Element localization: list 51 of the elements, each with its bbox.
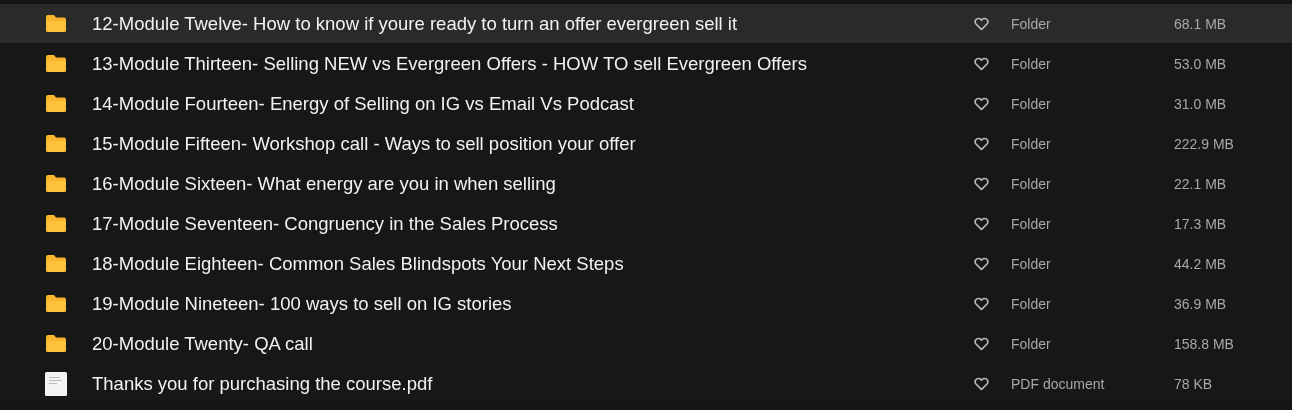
folder-icon bbox=[45, 174, 67, 193]
heart-icon[interactable] bbox=[974, 96, 989, 111]
heart-icon[interactable] bbox=[974, 336, 989, 351]
file-name: 14-Module Fourteen- Energy of Selling on IG vs Email Vs Podcast bbox=[92, 92, 635, 115]
file-size: 68.1 MB bbox=[1174, 15, 1227, 32]
file-size: 78 KB bbox=[1174, 375, 1213, 392]
file-name: 18-Module Eighteen- Common Sales Blindspots Your Next Steps bbox=[92, 252, 625, 275]
file-name: 20-Module Twenty- QA call bbox=[92, 332, 314, 355]
heart-icon[interactable] bbox=[974, 256, 989, 271]
folder-icon bbox=[45, 294, 67, 313]
file-type: Folder bbox=[1011, 55, 1052, 72]
file-type: Folder bbox=[1011, 335, 1052, 352]
heart-icon[interactable] bbox=[974, 296, 989, 311]
file-size: 44.2 MB bbox=[1174, 255, 1227, 272]
file-size: 31.0 MB bbox=[1174, 95, 1227, 112]
file-type: Folder bbox=[1011, 295, 1052, 312]
file-name: Thanks you for purchasing the course.pdf bbox=[92, 372, 434, 395]
file-type: Folder bbox=[1011, 175, 1052, 192]
file-size: 17.3 MB bbox=[1174, 215, 1227, 232]
file-size: 222.9 MB bbox=[1174, 135, 1234, 152]
folder-icon bbox=[45, 134, 67, 153]
folder-icon bbox=[45, 54, 67, 73]
folder-icon bbox=[45, 94, 67, 113]
heart-icon[interactable] bbox=[974, 176, 989, 191]
document-icon bbox=[45, 371, 67, 396]
folder-icon bbox=[45, 334, 67, 353]
file-type: Folder bbox=[1011, 135, 1052, 152]
heart-icon[interactable] bbox=[974, 56, 989, 71]
file-name: 12-Module Twelve- How to know if youre ready to turn an offer evergreen sell it bbox=[92, 12, 739, 35]
heart-icon[interactable] bbox=[974, 136, 989, 151]
file-type: Folder bbox=[1011, 95, 1052, 112]
file-row[interactable]: 12-Module Twelve- How to know if youre ready to turn an offer evergreen sell it Folder 68.1 MB bbox=[0, 4, 1292, 43]
file-name: 13-Module Thirteen- Selling NEW vs Evergreen Offers - HOW TO sell Evergreen Offers bbox=[92, 52, 808, 75]
heart-icon[interactable] bbox=[974, 376, 989, 391]
file-name: 17-Module Seventeen- Congruency in the Sales Process bbox=[92, 212, 559, 235]
file-size: 158.8 MB bbox=[1174, 335, 1234, 352]
file-size: 53.0 MB bbox=[1174, 55, 1227, 72]
file-name: 16-Module Sixteen- What energy are you in when selling bbox=[92, 172, 557, 195]
heart-icon[interactable] bbox=[974, 216, 989, 231]
file-type: Folder bbox=[1011, 255, 1052, 272]
file-name: 19-Module Nineteen- 100 ways to sell on IG stories bbox=[92, 292, 513, 315]
heart-icon[interactable] bbox=[974, 16, 989, 31]
folder-icon bbox=[45, 254, 67, 273]
folder-icon bbox=[45, 214, 67, 233]
file-type: Folder bbox=[1011, 215, 1052, 232]
folder-icon bbox=[45, 14, 67, 33]
file-size: 36.9 MB bbox=[1174, 295, 1227, 312]
file-name: 15-Module Fifteen- Workshop call - Ways to sell position your offer bbox=[92, 132, 637, 155]
file-size: 22.1 MB bbox=[1174, 175, 1227, 192]
file-type: PDF document bbox=[1011, 375, 1106, 392]
file-type: Folder bbox=[1011, 15, 1052, 32]
